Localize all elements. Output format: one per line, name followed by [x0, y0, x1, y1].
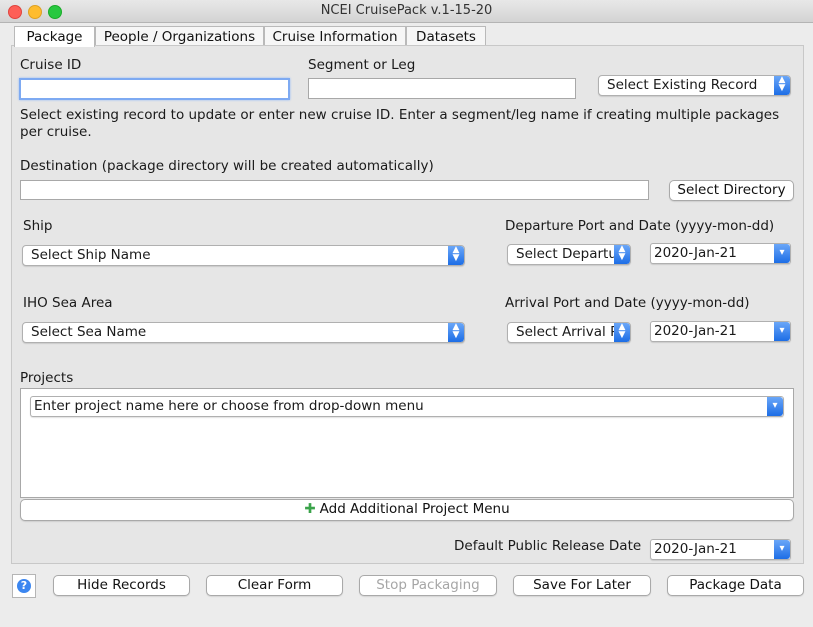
cruise-id-label: Cruise ID: [20, 57, 82, 73]
stop-packaging-button[interactable]: Stop Packaging: [359, 575, 497, 596]
updown-arrows-icon: ▲ ▼: [774, 76, 790, 95]
save-for-later-button[interactable]: Save For Later: [513, 575, 651, 596]
departure-port-value: Select Departu: [516, 246, 617, 262]
departure-label: Departure Port and Date (yyyy-mon-dd): [505, 218, 775, 234]
updown-arrows-icon: ▲ ▼: [448, 246, 464, 265]
chevron-down-icon[interactable]: ▾: [774, 244, 790, 263]
arrival-port-value: Select Arrival P: [516, 324, 619, 340]
sea-area-label: IHO Sea Area: [23, 295, 113, 311]
segment-label: Segment or Leg: [308, 57, 416, 73]
destination-input[interactable]: [20, 180, 649, 200]
departure-port-select[interactable]: Select Departu ▲ ▼: [507, 244, 631, 265]
departure-date-value: 2020-Jan-21: [654, 245, 737, 261]
sea-area-select[interactable]: Select Sea Name ▲ ▼: [22, 322, 465, 343]
cruise-id-input[interactable]: [19, 78, 290, 100]
arrival-port-select[interactable]: Select Arrival P ▲ ▼: [507, 322, 631, 343]
chevron-down-icon[interactable]: ▾: [774, 540, 790, 559]
updown-arrows-icon: ▲ ▼: [614, 245, 630, 264]
existing-record-select[interactable]: Select Existing Record ▲ ▼: [598, 75, 791, 96]
release-date-combo[interactable]: 2020-Jan-21 ▾: [650, 539, 791, 560]
arrival-label: Arrival Port and Date (yyyy-mon-dd): [505, 295, 750, 311]
package-data-button[interactable]: Package Data: [667, 575, 804, 596]
plus-icon: ✚: [304, 501, 316, 517]
clear-form-button[interactable]: Clear Form: [206, 575, 343, 596]
project-combo[interactable]: Enter project name here or choose from d…: [30, 396, 784, 417]
tab-package[interactable]: Package: [14, 26, 95, 47]
sea-area-value: Select Sea Name: [31, 324, 147, 340]
chevron-down-icon[interactable]: ▾: [774, 322, 790, 341]
add-project-menu-button[interactable]: ✚ Add Additional Project Menu: [20, 499, 794, 521]
updown-arrows-icon: ▲ ▼: [448, 323, 464, 342]
existing-record-value: Select Existing Record: [607, 77, 758, 93]
segment-input[interactable]: [308, 78, 576, 99]
add-project-label: Add Additional Project Menu: [319, 501, 510, 517]
arrival-date-combo[interactable]: 2020-Jan-21 ▾: [650, 321, 791, 342]
updown-arrows-icon: ▲ ▼: [614, 323, 630, 342]
hide-records-button[interactable]: Hide Records: [53, 575, 190, 596]
release-date-label: Default Public Release Date: [454, 538, 642, 554]
ship-select[interactable]: Select Ship Name ▲ ▼: [22, 245, 465, 266]
chevron-down-icon[interactable]: ▾: [767, 397, 783, 416]
departure-date-combo[interactable]: 2020-Jan-21 ▾: [650, 243, 791, 264]
project-input[interactable]: Enter project name here or choose from d…: [34, 397, 424, 415]
projects-label: Projects: [20, 370, 74, 386]
arrival-date-value: 2020-Jan-21: [654, 323, 737, 339]
destination-label: Destination (package directory will be c…: [20, 158, 434, 174]
help-icon: ?: [17, 579, 31, 593]
tab-datasets[interactable]: Datasets: [406, 26, 486, 46]
tab-cruise-information[interactable]: Cruise Information: [264, 26, 406, 46]
help-button[interactable]: ?: [12, 574, 36, 598]
ship-label: Ship: [23, 218, 53, 234]
ship-select-value: Select Ship Name: [31, 247, 151, 263]
cruise-hint: Select existing record to update or ente…: [20, 107, 780, 140]
tab-people-organizations[interactable]: People / Organizations: [95, 26, 264, 46]
select-directory-button[interactable]: Select Directory: [669, 180, 794, 201]
window-title: NCEI CruisePack v.1-15-20: [320, 3, 493, 18]
release-date-value: 2020-Jan-21: [654, 541, 737, 557]
